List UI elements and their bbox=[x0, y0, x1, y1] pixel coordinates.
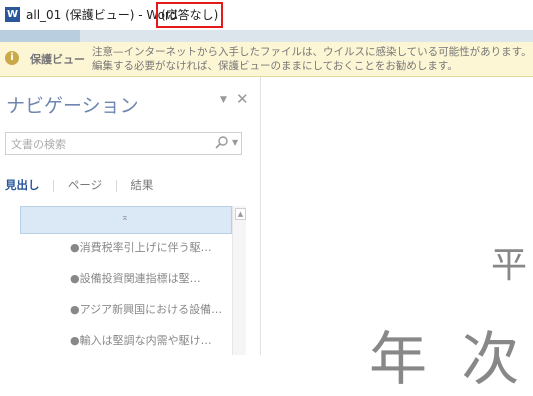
search-box[interactable]: ▼ bbox=[5, 132, 242, 155]
window-title: all_01 (保護ビュー) - Word bbox=[26, 8, 178, 22]
scroll-up-icon[interactable]: ▲ bbox=[235, 208, 246, 220]
search-options-chevron-icon[interactable]: ▼ bbox=[232, 138, 238, 147]
tab-headings[interactable]: 見出し bbox=[5, 177, 40, 193]
document-area[interactable]: 平 年 次 bbox=[261, 77, 533, 393]
protected-view-bar: i 保護ビュー 注意—インターネットから入手したファイルは、ウイルスに感染してい… bbox=[0, 42, 533, 77]
heading-item[interactable]: ●アジア新興国における設備… bbox=[70, 301, 230, 332]
collapse-up-icon: ⌅ bbox=[121, 213, 129, 223]
collapse-all-row[interactable]: ⌅ bbox=[20, 206, 232, 234]
document-title-text: 年 次 bbox=[369, 325, 528, 393]
heading-list: ●消費税率引上げに伴う駆… ●設備投資関連指標は堅… ●アジア新興国における設備… bbox=[70, 239, 230, 363]
search-icon[interactable] bbox=[214, 135, 230, 151]
nav-options-dropdown-icon[interactable]: ▼ bbox=[220, 95, 227, 105]
close-icon[interactable]: ✕ bbox=[236, 90, 249, 108]
search-input[interactable] bbox=[9, 135, 208, 153]
heading-list-scrollbar[interactable]: ▲ bbox=[232, 206, 246, 355]
word-icon[interactable]: W bbox=[5, 7, 20, 22]
tab-divider bbox=[115, 179, 117, 192]
navigation-pane: ナビゲーション ▼ ✕ ▼ 見出し ページ 結果 ⌅ ●消費税率引上げに伴う駆…… bbox=[0, 77, 261, 355]
heading-item[interactable]: ●設備投資関連指標は堅… bbox=[70, 270, 230, 301]
not-responding-status: (応答なし) bbox=[156, 2, 224, 28]
tab-divider bbox=[53, 179, 55, 192]
protected-view-title: 保護ビュー bbox=[30, 53, 85, 66]
heading-item[interactable]: ●輸入は堅調な内需や駆け… bbox=[70, 332, 230, 363]
navigation-title: ナビゲーション bbox=[6, 95, 139, 117]
info-icon: i bbox=[5, 51, 19, 65]
heading-item[interactable]: ●消費税率引上げに伴う駆… bbox=[70, 239, 230, 270]
document-text-line: 平 bbox=[491, 245, 528, 286]
protected-view-message: 注意—インターネットから入手したファイルは、ウイルスに感染している可能性がありま… bbox=[92, 46, 532, 72]
ribbon-accent bbox=[0, 30, 80, 42]
tab-results[interactable]: 結果 bbox=[130, 177, 153, 193]
nav-tabs: 見出し ページ 結果 bbox=[5, 177, 163, 193]
title-bar: W all_01 (保護ビュー) - Word (応答なし) bbox=[0, 0, 533, 30]
tab-pages[interactable]: ページ bbox=[68, 177, 102, 193]
